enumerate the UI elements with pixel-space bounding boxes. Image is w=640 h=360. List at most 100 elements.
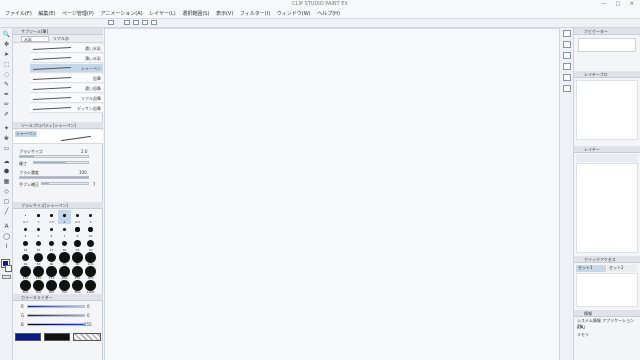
maximize-button[interactable]: □ [615, 1, 624, 7]
brush-size-cell[interactable]: 60 [45, 252, 58, 266]
channel-b-slider[interactable] [27, 323, 85, 326]
brush-size-cell[interactable]: 4 [19, 224, 32, 238]
correct-line-tool-icon[interactable]: ⌇ [2, 243, 11, 251]
redo-icon[interactable] [151, 20, 157, 25]
brush-size-cell[interactable]: 15 [32, 238, 45, 252]
hardness-slider[interactable] [33, 161, 89, 164]
brush-size-cell[interactable]: 0.7 [19, 210, 32, 224]
decoration-tool-icon[interactable]: ❀ [2, 135, 11, 143]
brush-item[interactable]: 濃い水彩 [30, 44, 103, 53]
tab-watercolor[interactable]: 水彩 [21, 36, 49, 42]
brush-item[interactable]: 薄い水彩 [30, 54, 103, 63]
material-icon[interactable] [563, 63, 571, 70]
brush-size-cell[interactable]: 8 [71, 224, 84, 238]
pencil-tool-icon[interactable]: ✏ [2, 101, 11, 109]
lasso-tool-icon[interactable]: ◌ [2, 71, 11, 79]
correction-slider[interactable] [41, 182, 89, 185]
brush-item[interactable]: リアル鉛筆 [30, 94, 103, 103]
brush-size-cell[interactable]: 70 [58, 252, 71, 266]
undo-icon[interactable] [142, 20, 148, 25]
brush-size-cell[interactable]: 200 [58, 266, 71, 280]
menu-page[interactable]: ページ管理(P) [62, 9, 94, 19]
menu-layer[interactable]: レイヤー(L) [149, 9, 176, 19]
open-icon[interactable] [124, 20, 130, 25]
frame-tool-icon[interactable]: ▢ [2, 198, 11, 206]
eraser-tool-icon[interactable]: ▭ [2, 145, 11, 153]
sub-color-swatch[interactable] [44, 333, 70, 341]
airbrush-tool-icon[interactable]: ✦ [2, 125, 11, 133]
brush-size-cell[interactable]: 2 [58, 210, 71, 224]
brush-size-cell[interactable]: 5 [32, 224, 45, 238]
brush-size-cell[interactable]: 100 [84, 252, 97, 266]
brush-size-cell[interactable]: 17 [45, 238, 58, 252]
brush-size-cell[interactable]: 700 [58, 280, 71, 294]
eyedropper-tool-icon[interactable]: ✎ [2, 81, 11, 89]
close-button[interactable]: ✕ [630, 1, 638, 7]
brush-size-cell[interactable]: 50 [32, 252, 45, 266]
pen-tool-icon[interactable]: ✒ [2, 91, 11, 99]
brush-size-cell[interactable]: 3 [84, 210, 97, 224]
brush-item[interactable]: 濃い鉛筆 [30, 84, 103, 93]
brush-size-cell[interactable]: 1 [32, 210, 45, 224]
selection-tool-icon[interactable]: ⬚ [2, 61, 11, 69]
quick-access-tab-2[interactable]: セット2 [607, 265, 637, 272]
menu-animation[interactable]: アニメーション(A) [100, 9, 142, 19]
brush-size-cell[interactable]: 170 [45, 266, 58, 280]
sub-color-chip[interactable] [5, 265, 12, 272]
brush-tool-icon[interactable]: ✐ [2, 111, 11, 119]
canvas-area[interactable] [104, 28, 560, 360]
tab-real-watercolor[interactable]: リアル水 [53, 36, 69, 42]
menu-filter[interactable]: フィルター(I) [240, 9, 270, 19]
channel-g-slider[interactable] [27, 314, 85, 317]
brush-size-cell[interactable]: 150 [32, 266, 45, 280]
menu-selection[interactable]: 選択範囲(S) [182, 9, 209, 19]
transparent-color-chip[interactable] [2, 275, 11, 279]
gradient-tool-icon[interactable]: ▦ [2, 178, 11, 186]
minimize-button[interactable]: — [601, 1, 610, 7]
navigator-preview[interactable] [578, 38, 636, 52]
menu-help[interactable]: ヘルプ(H) [317, 9, 340, 19]
history-icon[interactable] [563, 85, 571, 92]
blend-tool-icon[interactable]: ☁ [2, 158, 11, 166]
brush-size-cell[interactable]: 30 [84, 238, 97, 252]
zoom-tool-icon[interactable]: 🔍 [2, 31, 11, 39]
main-color-swatch[interactable] [15, 333, 41, 341]
brush-size-cell[interactable]: 7 [58, 224, 71, 238]
menu-window[interactable]: ウィンドウ(W) [277, 9, 311, 19]
text-tool-icon[interactable]: A [2, 223, 11, 231]
brush-size-cell[interactable]: 1000 [84, 280, 97, 294]
brush-size-cell[interactable]: 10 [84, 224, 97, 238]
brush-size-cell[interactable]: 600 [45, 280, 58, 294]
brush-size-cell[interactable]: 800 [71, 280, 84, 294]
brush-size-cell[interactable]: 400 [19, 280, 32, 294]
brush-item[interactable]: 鉛筆 [30, 74, 103, 83]
new-icon[interactable] [108, 20, 114, 25]
balloon-tool-icon[interactable]: ◯ [2, 233, 11, 241]
menu-file[interactable]: ファイル(F) [5, 9, 32, 19]
brush-item[interactable]: デッサン鉛筆 [30, 104, 103, 113]
brush-size-cell[interactable]: 1.5 [45, 210, 58, 224]
fill-tool-icon[interactable]: ⬢ [2, 168, 11, 176]
history-icon[interactable] [563, 74, 571, 81]
material-icon[interactable] [563, 30, 571, 37]
material-icon[interactable] [563, 41, 571, 48]
brush-size-cell[interactable]: 2.5 [71, 210, 84, 224]
brush-size-cell[interactable]: 500 [32, 280, 45, 294]
brush-size-slider[interactable] [19, 155, 89, 158]
menu-edit[interactable]: 編集(E) [38, 9, 55, 19]
menu-view[interactable]: 表示(V) [216, 9, 233, 19]
ruler-tool-icon[interactable]: ╱ [2, 208, 11, 216]
material-icon[interactable] [563, 52, 571, 59]
brush-size-cell[interactable]: 80 [71, 252, 84, 266]
brush-size-cell[interactable]: 40 [19, 252, 32, 266]
brush-item-selected[interactable]: シャーペン [30, 64, 103, 73]
move-tool-icon[interactable]: ✥ [2, 41, 11, 49]
brush-size-cell[interactable]: 20 [58, 238, 71, 252]
save-icon[interactable] [133, 20, 139, 25]
brush-size-cell[interactable]: 6 [45, 224, 58, 238]
brush-size-cell[interactable]: 250 [71, 266, 84, 280]
brush-size-cell[interactable]: 300 [84, 266, 97, 280]
density-slider[interactable] [19, 176, 89, 179]
operation-tool-icon[interactable]: ➤ [2, 51, 11, 59]
transparent-swatch[interactable] [73, 333, 101, 341]
